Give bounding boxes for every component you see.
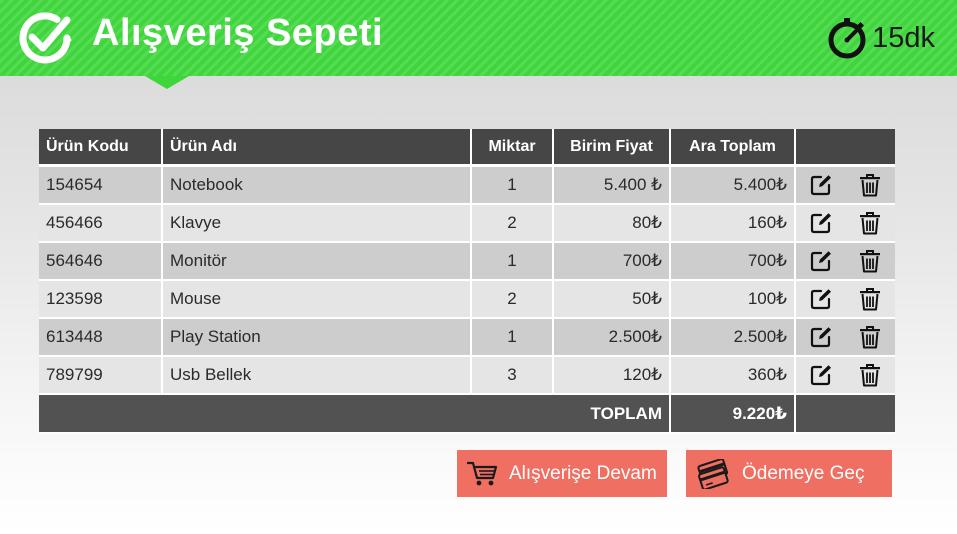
- cell-product-name: Mouse: [162, 280, 472, 319]
- edit-button[interactable]: [809, 363, 833, 387]
- column-header-quantity: Miktar: [471, 129, 554, 167]
- cell-quantity: 3: [471, 356, 554, 395]
- cell-unit-price: 5.400 ₺: [553, 165, 671, 205]
- cell-unit-price: 2.500₺: [553, 318, 671, 357]
- timer-text: 15dk: [872, 21, 935, 54]
- table-row: 564646 Monitör 1 700₺ 700₺: [39, 242, 895, 281]
- cell-product-name: Klavye: [162, 204, 472, 243]
- cell-actions: [795, 318, 895, 357]
- column-header-name: Ürün Adı: [162, 129, 472, 167]
- cell-subtotal: 5.400₺: [670, 165, 796, 205]
- edit-icon: [810, 251, 831, 272]
- table-row: 154654 Notebook 1 5.400 ₺ 5.400₺: [39, 165, 895, 205]
- cell-actions: [795, 242, 895, 281]
- page-title: Alışveriş Sepeti: [92, 12, 384, 54]
- continue-shopping-label: Alışverişe Devam: [509, 462, 657, 484]
- cart-icon: [467, 461, 498, 485]
- delete-button[interactable]: [858, 287, 882, 311]
- cell-product-name: Notebook: [162, 165, 472, 205]
- cell-subtotal: 160₺: [670, 204, 796, 243]
- delete-button[interactable]: [858, 325, 882, 349]
- edit-button[interactable]: [809, 173, 833, 197]
- total-label: TOPLAM: [39, 394, 671, 434]
- checkout-button[interactable]: Ödemeye Geç: [686, 450, 892, 497]
- check-circle-icon: [19, 12, 72, 64]
- cell-subtotal: 100₺: [670, 280, 796, 319]
- cell-quantity: 1: [471, 165, 554, 205]
- cell-product-name: Monitör: [162, 242, 472, 281]
- cell-actions: [795, 356, 895, 395]
- cell-product-code: 613448: [39, 318, 163, 357]
- delete-button[interactable]: [858, 173, 882, 197]
- edit-icon: [810, 175, 831, 196]
- cell-unit-price: 50₺: [553, 280, 671, 319]
- trash-icon: [860, 250, 881, 273]
- continue-shopping-button[interactable]: Alışverişe Devam: [457, 450, 667, 497]
- edit-icon: [810, 327, 831, 348]
- cell-product-code: 456466: [39, 204, 163, 243]
- edit-button[interactable]: [809, 325, 833, 349]
- trash-icon: [860, 174, 881, 197]
- cell-quantity: 1: [471, 318, 554, 357]
- edit-button[interactable]: [809, 211, 833, 235]
- cell-product-code: 123598: [39, 280, 163, 319]
- column-header-unit-price: Birim Fiyat: [553, 129, 671, 167]
- edit-icon: [810, 213, 831, 234]
- column-header-subtotal: Ara Toplam: [670, 129, 796, 167]
- column-header-code: Ürün Kodu: [39, 129, 163, 167]
- checkout-label: Ödemeye Geç: [742, 462, 865, 484]
- table-row: 613448 Play Station 1 2.500₺ 2.500₺: [39, 318, 895, 357]
- trash-icon: [860, 364, 881, 387]
- cell-actions: [795, 204, 895, 243]
- cell-product-code: 789799: [39, 356, 163, 395]
- cell-unit-price: 700₺: [553, 242, 671, 281]
- cell-actions: [795, 165, 895, 205]
- cell-product-code: 564646: [39, 242, 163, 281]
- edit-button[interactable]: [809, 249, 833, 273]
- stopwatch-icon: [828, 18, 866, 59]
- table-row: 456466 Klavye 2 80₺ 160₺: [39, 204, 895, 243]
- cell-unit-price: 120₺: [553, 356, 671, 395]
- cart-table: Ürün Kodu Ürün Adı Miktar Birim Fiyat Ar…: [39, 129, 895, 434]
- cell-subtotal: 360₺: [670, 356, 796, 395]
- cell-subtotal: 2.500₺: [670, 318, 796, 357]
- trash-icon: [860, 212, 881, 235]
- delete-button[interactable]: [858, 249, 882, 273]
- timer: 15dk: [826, 17, 935, 59]
- trash-icon: [860, 326, 881, 349]
- edit-button[interactable]: [809, 287, 833, 311]
- delete-button[interactable]: [858, 211, 882, 235]
- cell-quantity: 2: [471, 280, 554, 319]
- edit-icon: [810, 289, 831, 310]
- edit-icon: [810, 365, 831, 386]
- cell-product-name: Usb Bellek: [162, 356, 472, 395]
- total-empty-cell: [795, 394, 895, 434]
- trash-icon: [860, 288, 881, 311]
- total-row: TOPLAM 9.220₺: [39, 394, 895, 434]
- cell-product-code: 154654: [39, 165, 163, 205]
- column-header-actions: [795, 129, 895, 167]
- cell-actions: [795, 280, 895, 319]
- table-header-row: Ürün Kodu Ürün Adı Miktar Birim Fiyat Ar…: [39, 129, 895, 167]
- delete-button[interactable]: [858, 363, 882, 387]
- credit-card-icon: [697, 458, 729, 489]
- cell-unit-price: 80₺: [553, 204, 671, 243]
- total-value: 9.220₺: [670, 394, 796, 434]
- header-notch: [145, 76, 189, 89]
- cell-product-name: Play Station: [162, 318, 472, 357]
- table-row: 789799 Usb Bellek 3 120₺ 360₺: [39, 356, 895, 395]
- header-bar: Alışveriş Sepeti 15dk: [0, 0, 957, 76]
- table-row: 123598 Mouse 2 50₺ 100₺: [39, 280, 895, 319]
- cell-quantity: 2: [471, 204, 554, 243]
- cell-quantity: 1: [471, 242, 554, 281]
- cell-subtotal: 700₺: [670, 242, 796, 281]
